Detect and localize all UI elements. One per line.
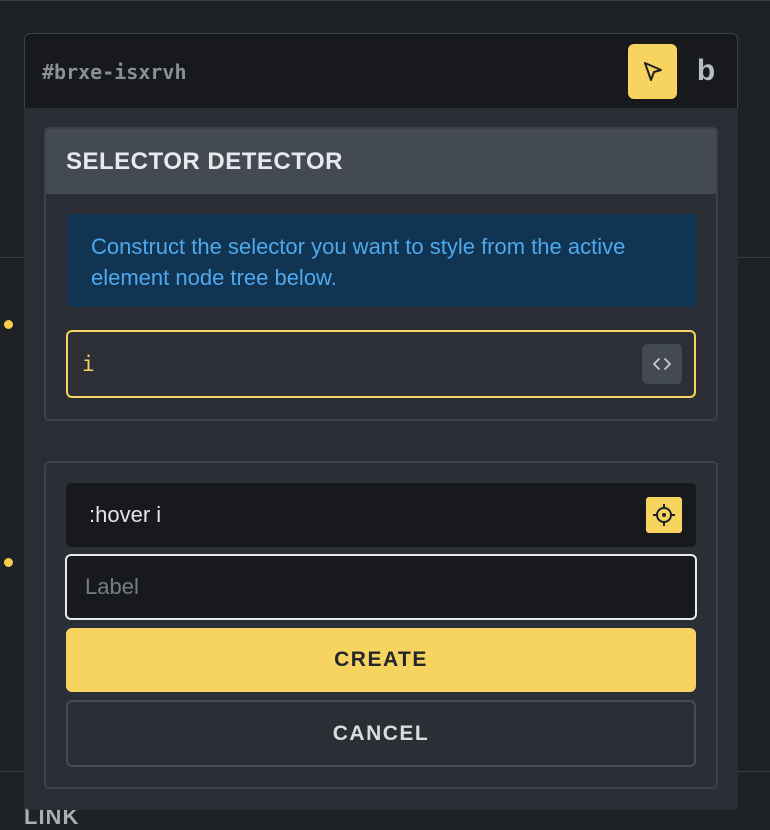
selector-preview-field[interactable]: :hover i (66, 483, 696, 547)
create-selector-panel: :hover i CREATE CANCEL (44, 461, 718, 789)
active-selector-id: #brxe-isxrvh (42, 60, 187, 84)
crosshair-icon (653, 504, 675, 526)
background-divider (0, 257, 24, 258)
create-button[interactable]: CREATE (66, 628, 696, 692)
detector-title: SELECTOR DETECTOR (46, 129, 716, 194)
selector-bar: #brxe-isxrvh b (24, 33, 738, 109)
node-tree-value: i (82, 352, 95, 376)
cursor-pointer-icon (643, 61, 662, 81)
code-view-button[interactable] (642, 344, 682, 384)
background-divider (738, 257, 770, 258)
target-selector-button[interactable] (644, 495, 684, 535)
indicator-dot (4, 558, 13, 567)
pick-element-button[interactable] (628, 44, 677, 99)
bricks-logo-button[interactable]: b (691, 54, 721, 90)
label-input[interactable] (65, 554, 697, 620)
background-divider (0, 0, 770, 1)
selector-detector-panel: SELECTOR DETECTOR Construct the selector… (44, 127, 718, 421)
selector-preview-value: :hover i (89, 502, 162, 527)
detector-info-message: Construct the selector you want to style… (67, 214, 697, 307)
node-tree-field[interactable]: i (66, 330, 696, 398)
background-divider (738, 771, 770, 772)
selector-popup: SELECTOR DETECTOR Construct the selector… (24, 108, 738, 810)
indicator-dot (4, 320, 13, 329)
code-brackets-icon (653, 358, 671, 370)
background-divider (0, 771, 24, 772)
cancel-button[interactable]: CANCEL (66, 700, 696, 767)
